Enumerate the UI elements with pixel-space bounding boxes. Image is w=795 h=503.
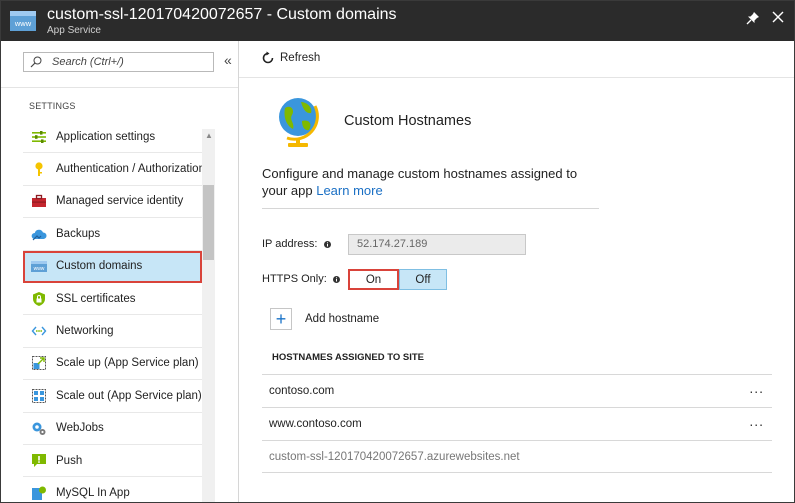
cloud-backup-icon xyxy=(31,229,47,241)
hostname-row[interactable]: contoso.com ... xyxy=(262,374,772,407)
menu-item-backups[interactable]: Backups xyxy=(23,218,202,251)
add-hostname-button[interactable]: + Add hostname xyxy=(270,308,379,330)
hostname-name: custom-ssl-120170420072657.azurewebsites… xyxy=(269,451,520,463)
hostname-name: contoso.com xyxy=(269,385,335,397)
menu-search[interactable] xyxy=(23,52,214,72)
mysql-icon xyxy=(32,486,46,500)
more-options-icon[interactable]: ... xyxy=(749,380,764,396)
content-blade: Refresh Custom Hostnames Configure and m… xyxy=(239,41,794,502)
https-only-label: HTTPS Only: xyxy=(262,273,340,285)
svg-text:www: www xyxy=(14,19,32,28)
search-icon xyxy=(30,56,42,68)
refresh-button[interactable]: Refresh xyxy=(261,51,320,65)
https-on-option[interactable]: On xyxy=(348,269,399,290)
menu-item-label: Backups xyxy=(56,227,101,240)
window-subtitle: App Service xyxy=(47,25,101,36)
https-only-toggle: On Off xyxy=(348,269,447,290)
info-icon[interactable] xyxy=(323,240,331,248)
scale-out-icon xyxy=(32,388,46,403)
more-options-icon[interactable]: ... xyxy=(749,413,764,429)
menu-item-ssl-certificates[interactable]: SSL certificates xyxy=(23,283,202,316)
hostname-row: custom-ssl-120170420072657.azurewebsites… xyxy=(262,440,772,473)
learn-more-link[interactable]: Learn more xyxy=(316,183,382,198)
hostname-name: www.contoso.com xyxy=(269,418,362,430)
app-window: www custom-ssl-120170420072657 - Custom … xyxy=(0,0,795,503)
www-icon: www xyxy=(31,261,47,273)
hostnames-section-header: HOSTNAMES ASSIGNED TO SITE xyxy=(272,352,425,363)
close-icon[interactable] xyxy=(771,10,785,24)
toolbox-icon xyxy=(32,195,46,208)
section-label-settings: SETTINGS xyxy=(29,101,76,111)
shield-lock-icon xyxy=(33,291,45,306)
info-icon[interactable] xyxy=(332,275,340,283)
webjobs-gear-icon xyxy=(32,422,46,436)
app-service-icon: www xyxy=(10,11,36,31)
ip-address-field: 52.174.27.189 xyxy=(348,234,526,255)
description-divider xyxy=(262,208,599,209)
settings-sliders-icon xyxy=(32,130,46,143)
ip-address-label: IP address: xyxy=(262,238,331,250)
menu-item-label: WebJobs xyxy=(56,422,104,435)
title-bar: www custom-ssl-120170420072657 - Custom … xyxy=(1,1,794,41)
menu-item-networking[interactable]: Networking xyxy=(23,315,202,348)
refresh-icon xyxy=(262,51,274,64)
menu-item-label: Authentication / Authorization xyxy=(56,163,205,176)
menu-item-label: Networking xyxy=(56,325,114,338)
menu-item-custom-domains[interactable]: www Custom domains xyxy=(23,250,202,283)
window-title: custom-ssl-120170420072657 - Custom doma… xyxy=(47,6,397,23)
command-bar: Refresh xyxy=(239,41,794,78)
refresh-label: Refresh xyxy=(280,52,321,64)
push-icon xyxy=(32,453,46,467)
menu-item-scale-up[interactable]: Scale up (App Service plan) xyxy=(23,348,202,381)
menu-item-label: Application settings xyxy=(56,130,156,143)
page-title: Custom Hostnames xyxy=(344,113,472,129)
menu-item-push[interactable]: Push xyxy=(23,445,202,478)
menu-list: Application settings Authentication / Au… xyxy=(23,121,205,502)
resource-menu: « SETTINGS Application settings Authenti… xyxy=(1,41,239,502)
menu-item-label: Scale up (App Service plan) xyxy=(56,357,199,370)
menu-item-scale-out[interactable]: Scale out (App Service plan) xyxy=(23,380,202,413)
https-only-label-text: HTTPS Only: xyxy=(262,273,327,285)
hostname-list: contoso.com ... www.contoso.com ... cust… xyxy=(262,374,772,473)
networking-icon xyxy=(31,326,47,336)
globe-icon xyxy=(279,98,319,147)
add-hostname-label: Add hostname xyxy=(305,313,380,325)
menu-item-label: Custom domains xyxy=(56,260,143,273)
menu-divider xyxy=(1,87,238,88)
hostname-row[interactable]: www.contoso.com ... xyxy=(262,407,772,440)
scroll-up-arrow-icon[interactable]: ▲ xyxy=(205,131,213,140)
menu-item-mysql-in-app[interactable]: MySQL In App xyxy=(23,477,202,502)
menu-item-label: Managed service identity xyxy=(56,195,184,208)
svg-text:www: www xyxy=(34,266,45,272)
https-off-option[interactable]: Off xyxy=(399,269,447,290)
key-icon xyxy=(35,162,43,177)
menu-item-application-settings[interactable]: Application settings xyxy=(23,121,202,154)
collapse-menu-button[interactable]: « xyxy=(224,52,232,68)
scroll-thumb[interactable] xyxy=(203,185,214,260)
pin-icon[interactable] xyxy=(746,11,760,25)
scale-up-icon xyxy=(32,356,46,371)
search-input[interactable] xyxy=(52,54,207,70)
ip-address-label-text: IP address: xyxy=(262,238,318,250)
description: Configure and manage custom hostnames as… xyxy=(262,165,602,199)
menu-item-webjobs[interactable]: WebJobs xyxy=(23,413,202,445)
menu-item-authentication[interactable]: Authentication / Authorization xyxy=(23,153,205,186)
menu-scrollbar[interactable]: ▲ xyxy=(202,129,215,502)
menu-item-label: SSL certificates xyxy=(56,292,136,305)
menu-item-managed-service-identity[interactable]: Managed service identity xyxy=(23,186,202,219)
plus-icon: + xyxy=(270,308,292,330)
menu-item-label: MySQL In App xyxy=(56,486,130,499)
description-text: Configure and manage custom hostnames as… xyxy=(262,166,578,198)
menu-item-label: Push xyxy=(56,454,83,467)
menu-item-label: Scale out (App Service plan) xyxy=(56,389,202,402)
